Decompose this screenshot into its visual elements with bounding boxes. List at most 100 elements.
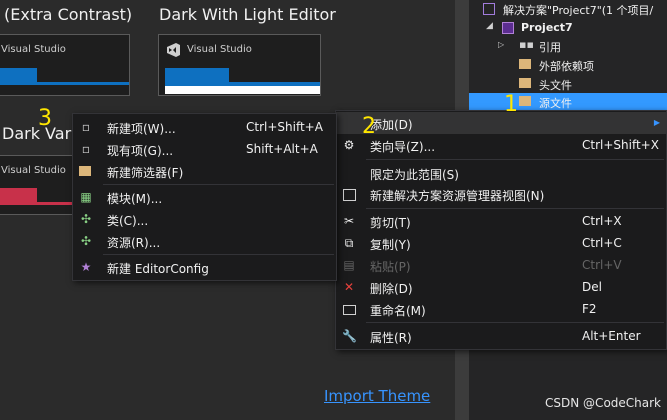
submenu-item-existing-item[interactable]: ▫ 现有项(G)... Shift+Alt+A <box>73 138 336 160</box>
paste-icon: ▤ <box>343 258 355 272</box>
collapse-triangle-icon[interactable]: ◢ <box>486 21 493 31</box>
menu-item-paste[interactable]: ▤ 粘贴(P) Ctrl+V <box>336 254 666 276</box>
menu-label: 属性(R) <box>370 331 412 345</box>
folder-icon <box>519 59 531 69</box>
tree-item-external-deps[interactable]: 外部依赖项 <box>469 56 667 74</box>
theme-title-dark-light-editor: Dark With Light Editor <box>159 5 336 24</box>
submenu-arrow-icon: ▶ <box>653 118 660 127</box>
class-wizard-icon: ⚙ <box>343 138 355 152</box>
theme-thumb-dark-variant[interactable]: Visual Studio <box>0 155 75 215</box>
solution-icon <box>483 3 495 15</box>
menu-separator <box>366 159 664 160</box>
menu-separator <box>366 208 664 209</box>
menu-label: 限定为此范围(S) <box>370 168 459 182</box>
theme-title-extra-contrast: (Extra Contrast) <box>4 5 133 24</box>
menu-label: 现有项(G)... <box>107 144 174 158</box>
new-filter-icon <box>79 166 91 176</box>
tree-label: 引用 <box>539 41 561 54</box>
menu-label: 重命名(M) <box>370 304 426 318</box>
tree-item-header-files[interactable]: 头文件 <box>469 75 667 93</box>
thumb-accent-bar <box>0 68 37 82</box>
cpp-project-icon <box>502 22 514 34</box>
menu-label: 新建筛选器(F) <box>107 166 184 180</box>
menu-shortcut: Ctrl+Shift+X <box>582 138 659 152</box>
menu-label: 粘贴(P) <box>370 260 411 274</box>
thumb-accent-bar <box>165 68 229 82</box>
class-icon: ✣ <box>80 212 92 226</box>
annotation-step-2: 2 <box>362 114 376 139</box>
menu-separator <box>366 322 664 323</box>
menu-label: 新建 EditorConfig <box>107 262 209 276</box>
context-menu: 添加(D) ▶ ⚙ 类向导(Z)... Ctrl+Shift+X 限定为此范围(… <box>335 110 667 350</box>
submenu-item-new-item[interactable]: ▫ 新建项(W)... Ctrl+Shift+A <box>73 116 336 138</box>
expand-triangle-icon[interactable]: ▷ <box>498 40 504 49</box>
menu-item-copy[interactable]: ⧉ 复制(Y) Ctrl+C <box>336 232 666 254</box>
menu-label: 资源(R)... <box>107 236 161 250</box>
thumb-accent-bar <box>0 188 37 202</box>
tree-label: Project7 <box>521 21 573 34</box>
resource-icon: ✣ <box>80 234 92 248</box>
tree-label: 外部依赖项 <box>539 60 594 73</box>
menu-label: 剪切(T) <box>370 216 411 230</box>
submenu-item-editorconfig[interactable]: ★ 新建 EditorConfig <box>73 256 336 278</box>
filter-folder-icon <box>519 78 531 88</box>
thumb-editor-area <box>165 86 320 94</box>
tree-item-source-files[interactable]: 源文件 <box>469 93 667 111</box>
new-view-icon <box>343 189 356 201</box>
delete-icon: ✕ <box>343 280 355 294</box>
import-theme-link[interactable]: Import Theme <box>324 387 430 405</box>
theme-thumb-extra-contrast[interactable]: Visual Studio <box>0 34 130 96</box>
submenu-item-module[interactable]: ▦ 模块(M)... <box>73 186 336 208</box>
theme-thumb-dark-light-editor[interactable]: Visual Studio <box>158 34 321 96</box>
menu-label: 添加(D) <box>370 118 413 132</box>
menu-item-add[interactable]: 添加(D) ▶ <box>336 112 666 134</box>
tree-project[interactable]: ◢ Project7 <box>469 19 667 37</box>
menu-item-properties[interactable]: 🔧 属性(R) Alt+Enter <box>336 325 666 347</box>
watermark: CSDN @CodeChark <box>545 396 661 410</box>
menu-shortcut: Shift+Alt+A <box>246 142 318 156</box>
menu-shortcut: Ctrl+Shift+A <box>246 120 323 134</box>
add-submenu: ▫ 新建项(W)... Ctrl+Shift+A ▫ 现有项(G)... Shi… <box>72 113 337 281</box>
menu-label: 模块(M)... <box>107 192 163 206</box>
new-item-icon: ▫ <box>81 120 91 134</box>
menu-item-rename[interactable]: 重命名(M) F2 <box>336 298 666 320</box>
thumb-label: Visual Studio <box>1 44 66 55</box>
submenu-item-new-filter[interactable]: 新建筛选器(F) <box>73 160 336 182</box>
annotation-step-3: 3 <box>38 106 52 131</box>
menu-label: 新建项(W)... <box>107 122 176 136</box>
menu-item-cut[interactable]: ✂ 剪切(T) Ctrl+X <box>336 210 666 232</box>
menu-separator <box>103 254 334 255</box>
menu-item-delete[interactable]: ✕ 删除(D) Del <box>336 276 666 298</box>
copy-icon: ⧉ <box>344 236 354 250</box>
submenu-item-resource[interactable]: ✣ 资源(R)... <box>73 230 336 252</box>
tree-label: 解决方案"Project7"(1 个项目/ <box>503 4 654 17</box>
editorconfig-icon: ★ <box>80 260 92 274</box>
vs-logo-icon <box>167 43 180 57</box>
properties-wrench-icon: 🔧 <box>342 329 357 343</box>
tree-item-references[interactable]: ▷ ▪▪ 引用 <box>469 37 667 55</box>
menu-item-new-explorer-view[interactable]: 新建解决方案资源管理器视图(N) <box>336 183 666 205</box>
menu-shortcut: Ctrl+X <box>582 214 622 228</box>
menu-shortcut: Ctrl+V <box>582 258 622 272</box>
menu-item-scope-to-this[interactable]: 限定为此范围(S) <box>336 162 666 184</box>
thumb-label: Visual Studio <box>1 165 66 176</box>
menu-shortcut: Ctrl+C <box>582 236 622 250</box>
menu-label: 复制(Y) <box>370 238 411 252</box>
menu-label: 删除(D) <box>370 282 413 296</box>
thumb-status-bar <box>0 82 129 85</box>
menu-item-class-wizard[interactable]: ⚙ 类向导(Z)... Ctrl+Shift+X <box>336 134 666 156</box>
menu-label: 类(C)... <box>107 214 149 228</box>
tree-solution-root[interactable]: 解决方案"Project7"(1 个项目/ <box>469 0 667 18</box>
submenu-item-class[interactable]: ✣ 类(C)... <box>73 208 336 230</box>
rename-icon <box>343 305 356 315</box>
module-icon: ▦ <box>80 190 92 204</box>
menu-shortcut: Del <box>582 280 602 294</box>
annotation-step-1: 1 <box>504 92 518 117</box>
tree-label: 头文件 <box>539 79 572 92</box>
thumb-status-bar <box>0 202 74 205</box>
menu-separator <box>103 184 334 185</box>
filter-folder-icon <box>519 96 531 106</box>
thumb-label: Visual Studio <box>187 44 252 55</box>
menu-shortcut: F2 <box>582 302 597 316</box>
tree-label: 源文件 <box>539 97 572 110</box>
